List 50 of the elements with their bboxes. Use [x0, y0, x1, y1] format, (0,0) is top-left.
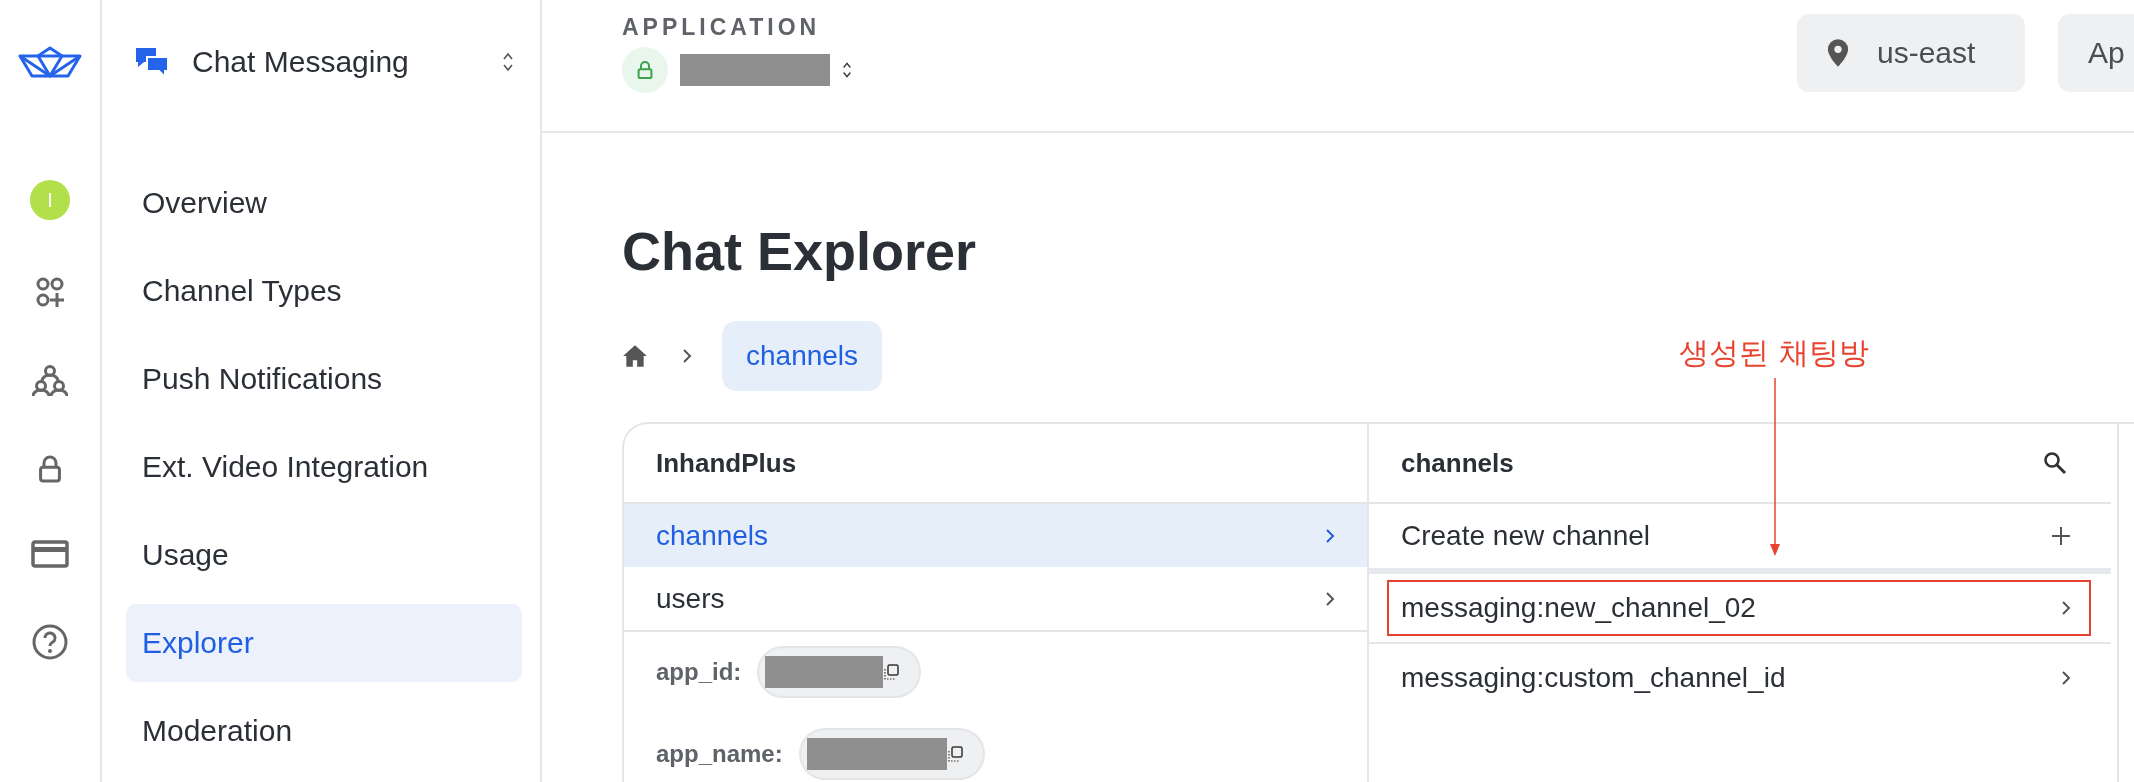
create-channel-row[interactable]: Create new channel: [1369, 504, 2111, 574]
chevron-right-icon: [682, 348, 692, 364]
up-down-chevron-icon[interactable]: [502, 51, 514, 73]
item-label: Create new channel: [1401, 520, 1651, 552]
lock-icon[interactable]: [38, 454, 62, 484]
apps-add-icon[interactable]: [34, 276, 66, 308]
application-label: APPLICATION: [622, 14, 822, 41]
product-name[interactable]: Chat Messaging: [192, 45, 409, 79]
search-icon[interactable]: [2043, 451, 2067, 475]
list-item[interactable]: channels: [624, 504, 1367, 567]
chevron-right-icon: [2061, 600, 2071, 616]
page-title: Chat Explorer: [622, 221, 978, 281]
users-icon[interactable]: [32, 364, 68, 398]
chevron-right-icon: [1325, 527, 1335, 544]
list-item[interactable]: messaging:custom_channel_id: [1369, 644, 2111, 712]
value-chip[interactable]: [757, 646, 922, 698]
chevron-right-icon: [2061, 670, 2071, 686]
list-item[interactable]: messaging:new_channel_02: [1369, 574, 2111, 644]
copy-icon[interactable]: [883, 664, 900, 680]
value-chip[interactable]: [798, 728, 985, 780]
field-label: app_id:: [656, 658, 742, 686]
plus-icon: [2051, 526, 2071, 546]
boat-logo-icon[interactable]: [18, 46, 82, 78]
nav-item[interactable]: Push Notifications: [126, 340, 522, 418]
list-item[interactable]: users: [624, 567, 1367, 632]
breadcrumb-item[interactable]: channels: [722, 321, 883, 391]
nav-item[interactable]: Ext. Video Integration: [126, 428, 522, 506]
region-button[interactable]: us-east: [1797, 14, 2025, 92]
item-label: messaging:new_channel_02: [1401, 592, 1756, 624]
column-title: channels: [1401, 447, 1514, 479]
nav-item[interactable]: Moderation: [126, 692, 522, 770]
header-button[interactable]: Ap: [2058, 14, 2134, 92]
nav-item[interactable]: Explorer: [126, 604, 522, 682]
nav-item[interactable]: Usage: [126, 516, 522, 594]
chevron-right-icon: [1325, 590, 1335, 607]
map-pin-icon: [1827, 38, 1849, 68]
help-icon[interactable]: [32, 624, 68, 660]
item-label: users: [656, 582, 725, 615]
item-label: channels: [656, 519, 769, 552]
field-label: app_name:: [656, 740, 783, 768]
credit-card-icon[interactable]: [31, 540, 69, 568]
annotation-text: 생성된 채팅방: [1679, 334, 1869, 372]
column-title: InhandPlus: [656, 447, 797, 479]
nav-item[interactable]: Overview: [126, 164, 522, 242]
nav-item[interactable]: Channel Types: [126, 252, 522, 330]
lock-icon: [622, 47, 668, 93]
up-down-chevron-icon[interactable]: [842, 60, 852, 80]
home-icon[interactable]: [622, 344, 648, 368]
item-label: messaging:custom_channel_id: [1401, 662, 1786, 694]
copy-icon[interactable]: [946, 746, 963, 762]
